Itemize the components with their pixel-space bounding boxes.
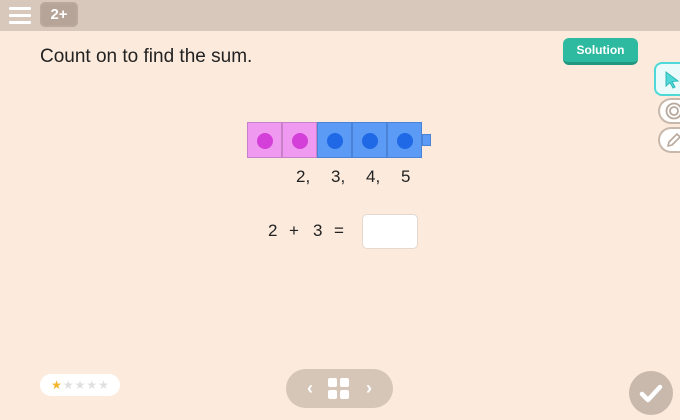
pink-cube	[247, 122, 282, 158]
pencil-tool[interactable]	[658, 127, 680, 153]
star-icon: ★	[51, 378, 62, 392]
question-nav: ‹ ›	[286, 369, 393, 408]
pink-cube	[282, 122, 317, 158]
top-bar: 2+	[0, 0, 680, 31]
count-number: 3,	[331, 167, 346, 186]
cube-connector	[422, 134, 431, 146]
target-tool[interactable]	[658, 98, 680, 124]
plus-sign: +	[289, 221, 299, 240]
cube-dot	[292, 133, 308, 149]
blue-cube	[387, 122, 422, 158]
pointer-tool[interactable]	[654, 62, 680, 96]
star-icon: ★	[62, 378, 74, 392]
checkmark-icon	[639, 384, 663, 403]
count-number: 4,	[366, 167, 381, 186]
target-icon	[665, 102, 680, 120]
grade-badge[interactable]: 2+	[40, 2, 78, 27]
cube-dot	[327, 133, 343, 149]
star-icon: ★	[74, 378, 86, 392]
blue-cube	[317, 122, 352, 158]
equals-sign: =	[334, 221, 344, 240]
blue-cube	[352, 122, 387, 158]
addend-b: 3	[313, 221, 323, 240]
star-icon: ★	[98, 378, 109, 392]
prev-button[interactable]: ‹	[295, 369, 325, 408]
question-text: Count on to find the sum.	[40, 46, 253, 67]
addend-a: 2	[268, 221, 278, 240]
next-button[interactable]: ›	[354, 369, 384, 408]
star-rating: ★ ★ ★ ★ ★	[40, 374, 120, 396]
pencil-icon	[667, 133, 680, 147]
submit-button[interactable]	[629, 371, 673, 415]
solution-button[interactable]: Solution	[563, 38, 638, 65]
answer-input[interactable]	[362, 214, 418, 249]
star-icon: ★	[86, 378, 98, 392]
count-number: 5	[401, 167, 411, 186]
cube-dot	[397, 133, 413, 149]
count-number: 2,	[296, 167, 311, 186]
menu-icon[interactable]	[9, 5, 31, 25]
cube-dot	[362, 133, 378, 149]
linking-cubes	[247, 122, 422, 158]
grid-icon[interactable]	[328, 378, 350, 400]
cube-dot	[257, 133, 273, 149]
cursor-icon	[665, 71, 680, 89]
